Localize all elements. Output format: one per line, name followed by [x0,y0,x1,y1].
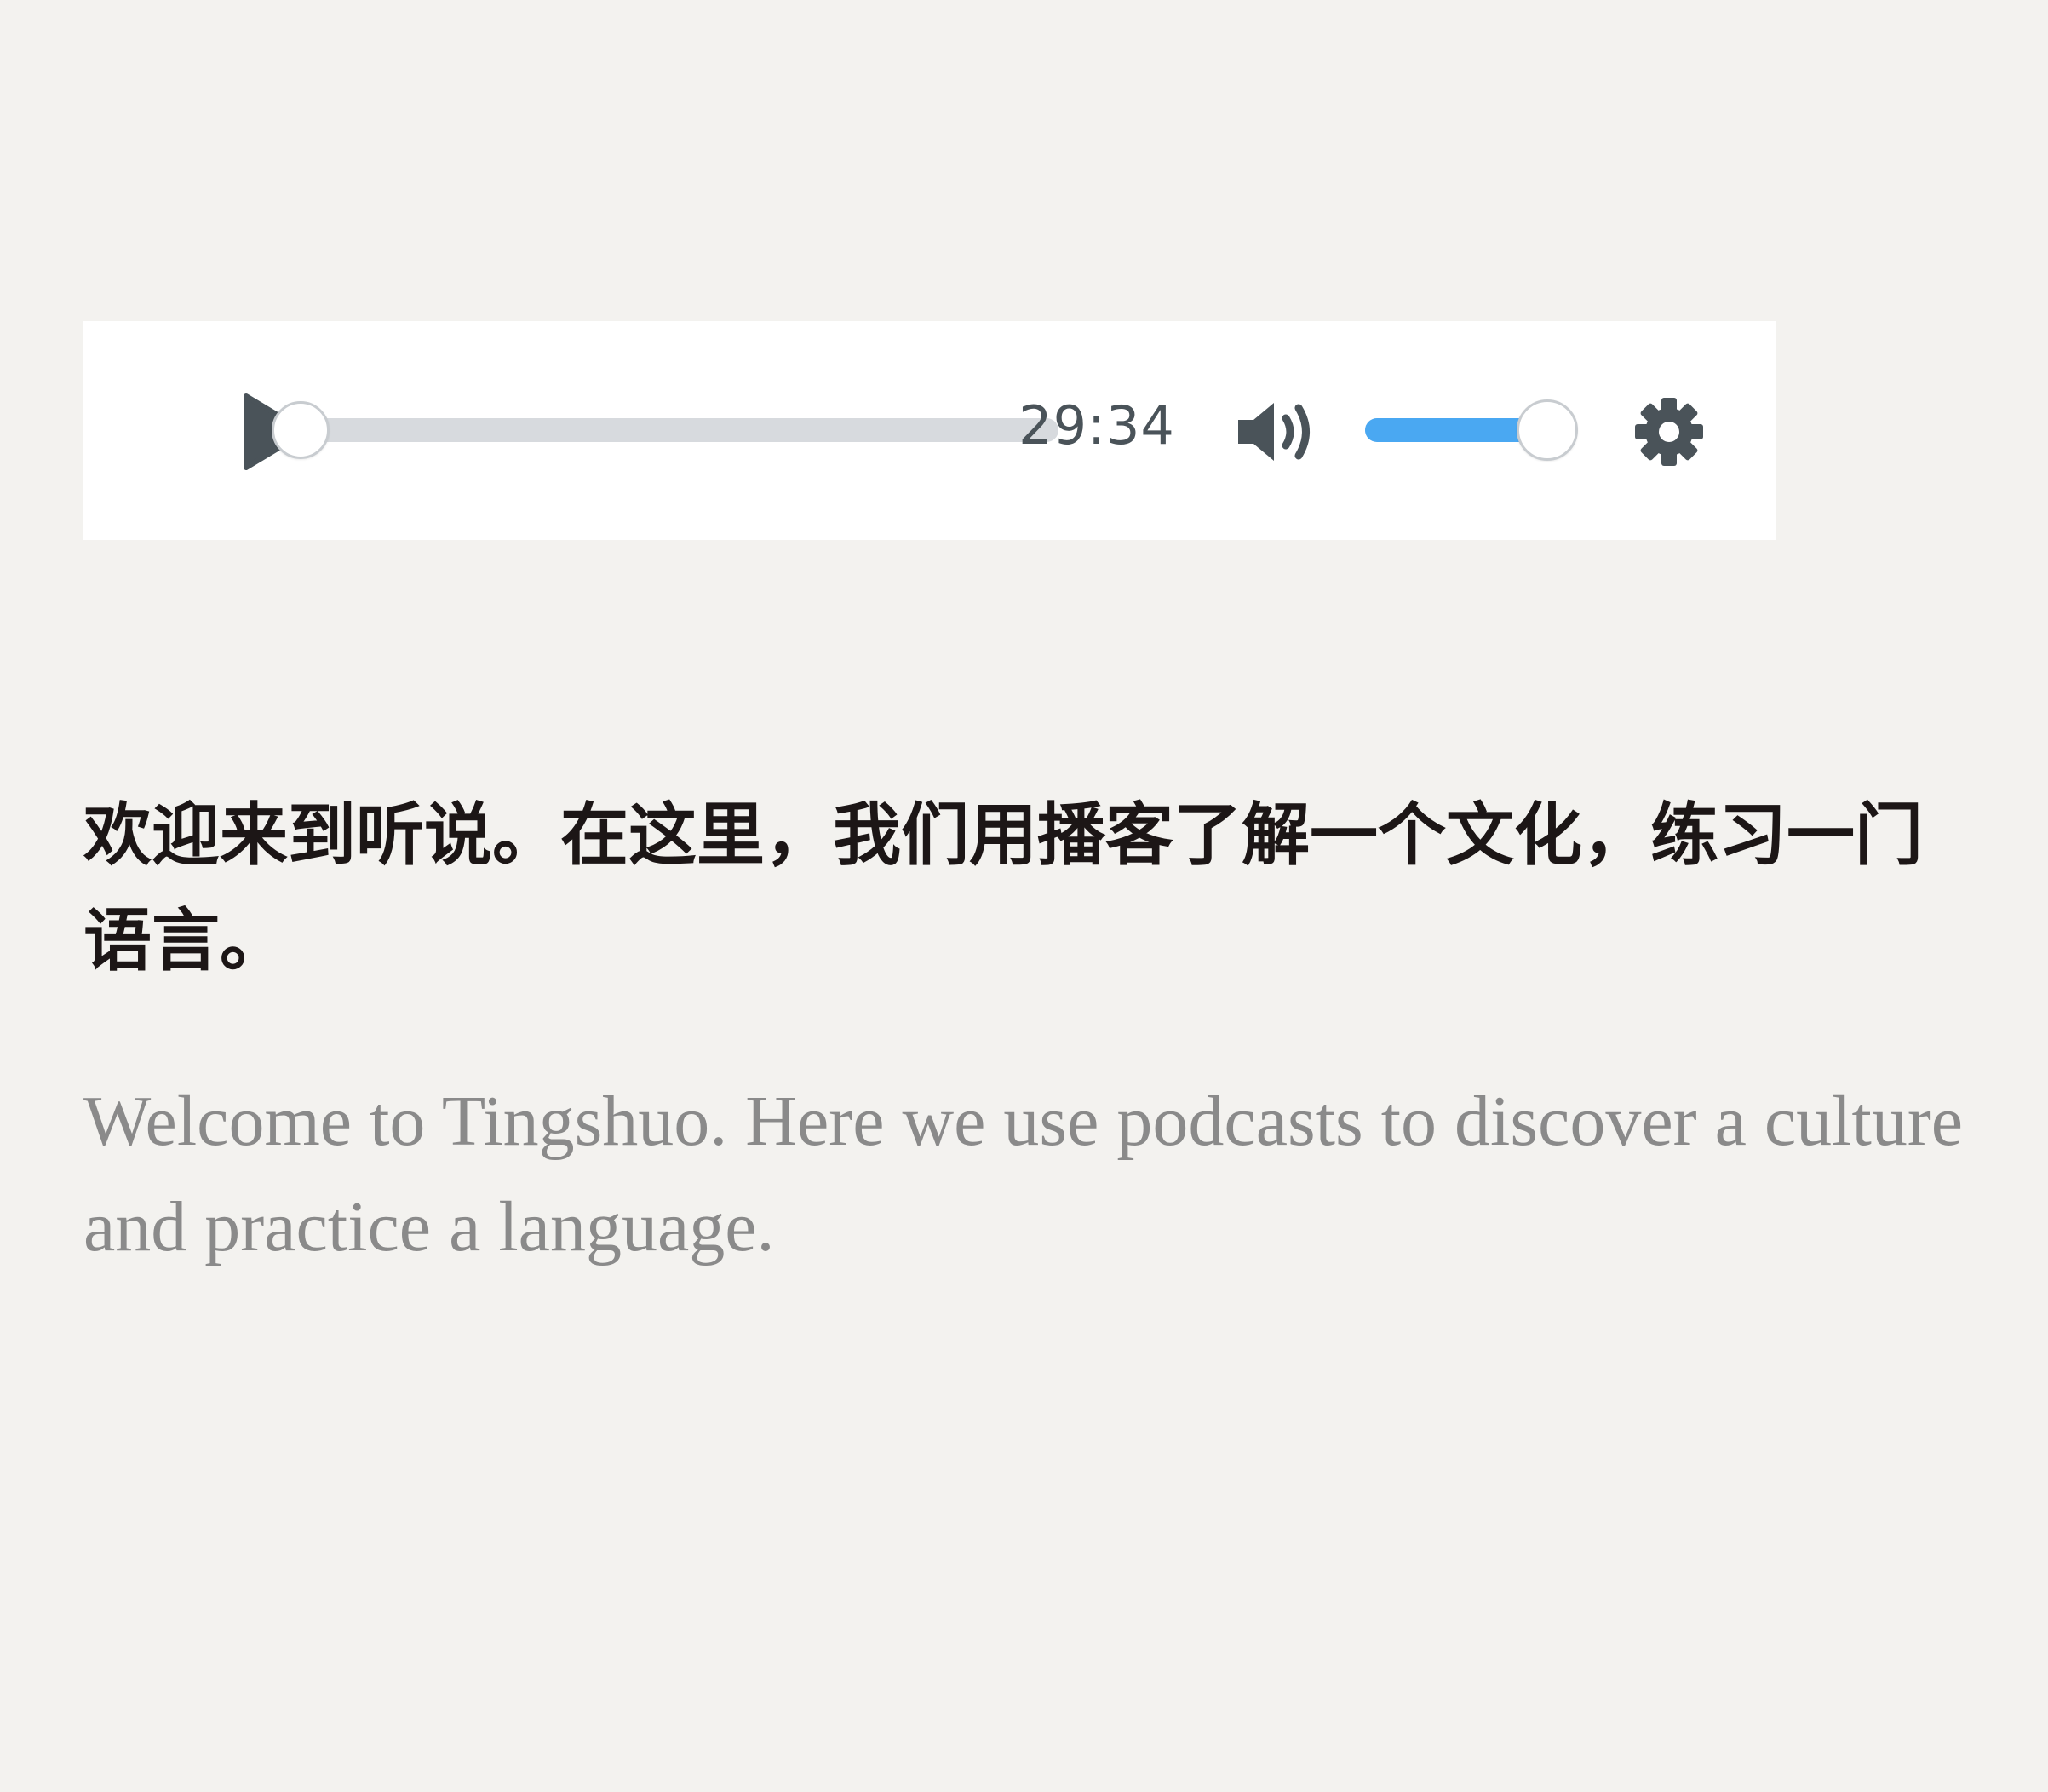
volume-high-icon [1238,403,1310,461]
volume-button[interactable] [1229,389,1322,474]
volume-slider[interactable] [1365,399,1578,461]
chinese-intro-text: 欢迎来到听说。在这里，我们用播客了解一个文化，练习一门语言。 [83,795,1923,980]
audio-player: 29:34 [83,321,1776,540]
volume-thumb[interactable] [1516,399,1578,461]
seek-track [301,418,1058,442]
settings-button[interactable] [1626,389,1712,474]
seek-thumb[interactable] [272,401,330,459]
english-intro-text: Welcome to Tingshuo. Here we use podcast… [83,1082,1964,1266]
duration-label: 29:34 [1018,394,1175,457]
gear-icon [1635,398,1703,466]
seek-slider[interactable] [272,401,1058,459]
